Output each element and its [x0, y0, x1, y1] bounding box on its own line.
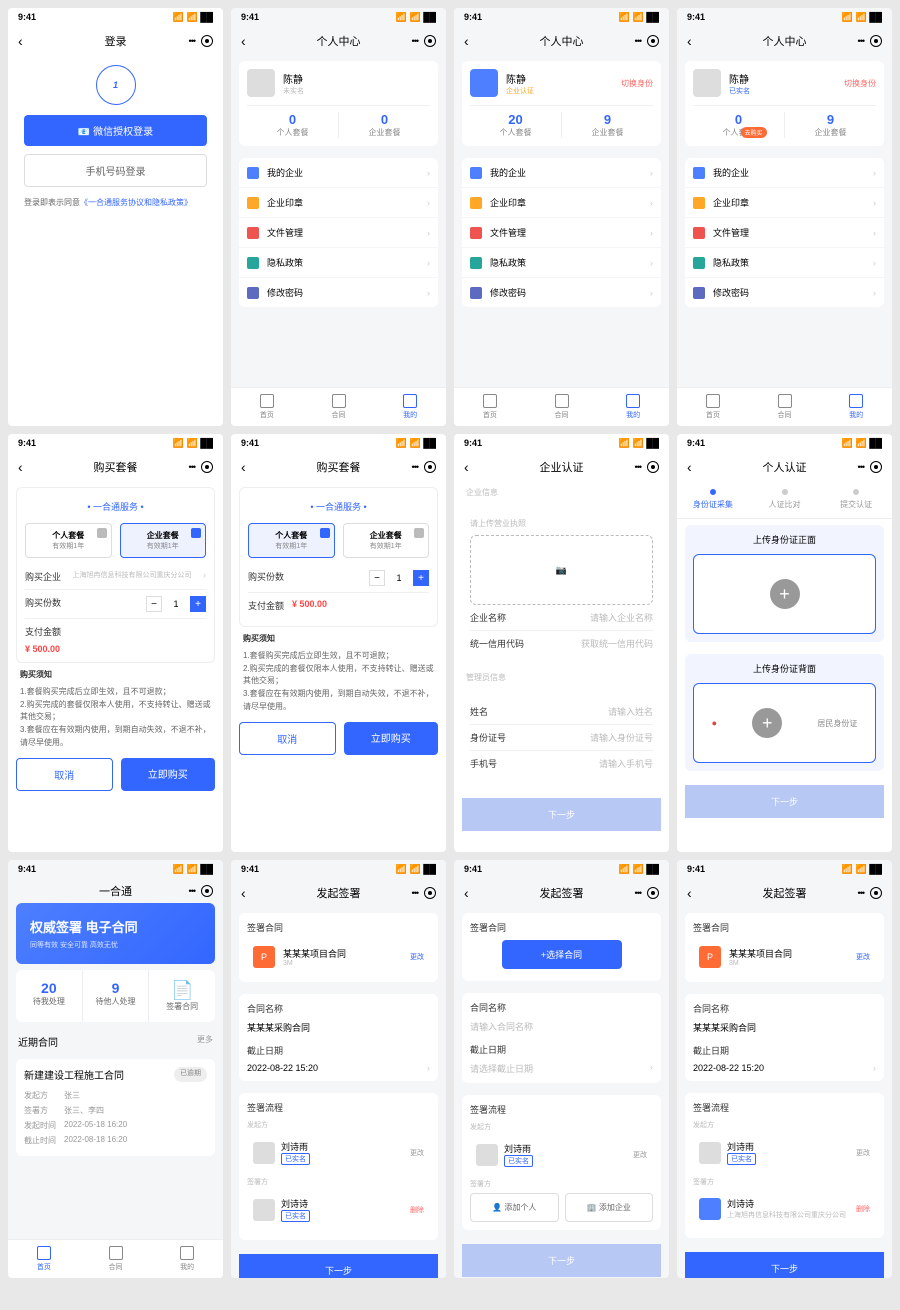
- next-button[interactable]: 下一步: [685, 1252, 884, 1278]
- buy-button[interactable]: 立即购买: [121, 758, 216, 791]
- doc-row: P某某某项目合同3M更改: [247, 940, 430, 974]
- sign-contract[interactable]: 📄签署合同: [149, 970, 215, 1022]
- switch-identity[interactable]: 切换身份: [844, 78, 876, 89]
- contract-card[interactable]: 新建建设工程施工合同已逾期 发起方张三 签署方张三、李四 发起时间2022-05…: [16, 1059, 215, 1156]
- app-logo: 1: [96, 65, 136, 105]
- more-link[interactable]: 更多: [197, 1034, 213, 1049]
- screen-profile-2: 9:41📶 📶 ██ ‹个人中心••• 陈静企业认证切换身份 20个人套餐9企业…: [454, 8, 669, 426]
- contract-name-input[interactable]: 某某某采购合同: [247, 1021, 430, 1034]
- screen-profile-1: 9:41📶 📶 ██ ‹个人中心••• 陈静未实名 0个人套餐0企业套餐 我的企…: [231, 8, 446, 426]
- phone-login-button[interactable]: 手机号码登录: [24, 154, 207, 187]
- menu-privacy[interactable]: 隐私政策›: [239, 248, 438, 278]
- back-icon[interactable]: ‹: [18, 33, 23, 49]
- menu-stamp[interactable]: 企业印章›: [239, 188, 438, 218]
- screen-personal-auth: 9:41📶 📶 ██ ‹个人认证••• 身份证采集人证比对提交认证 上传身份证正…: [677, 434, 892, 852]
- add-company-button[interactable]: 🏢 添加企业: [565, 1193, 654, 1222]
- contract-name-input[interactable]: 请输入合同名称: [470, 1020, 653, 1033]
- delete-signer[interactable]: 删除: [410, 1205, 424, 1215]
- pending-mine[interactable]: 20待我处理: [16, 970, 83, 1022]
- screen-buy-2: 9:41📶 📶 ██ ‹购买套餐••• • 一合通服务 • 个人套餐有效期1年 …: [231, 434, 446, 852]
- pkg-personal[interactable]: 个人套餐有效期1年: [248, 523, 335, 558]
- deadline-select[interactable]: 2022-08-22 15:20›: [247, 1063, 430, 1073]
- wechat-login-button[interactable]: 📧 微信授权登录: [24, 115, 207, 146]
- menu-password[interactable]: 修改密码›: [239, 278, 438, 307]
- avatar: [693, 69, 721, 97]
- terms-link[interactable]: 《一合通服务协议和隐私政策》: [80, 198, 192, 207]
- pending-others[interactable]: 9待他人处理: [83, 970, 150, 1022]
- screen-home: 9:41📶 📶 ██ 一合通••• 权威签署 电子合同同等有效 安全可靠 高效无…: [8, 860, 223, 1278]
- plus-button[interactable]: +: [190, 596, 206, 612]
- upload-id-back[interactable]: ●+居民身份证: [693, 683, 876, 763]
- target-icon[interactable]: [201, 35, 213, 47]
- status-bar: 9:41📶 📶 ██: [8, 8, 223, 27]
- screen-buy-1: 9:41📶 📶 ██ ‹购买套餐••• • 一合通服务 • 个人套餐有效期1年 …: [8, 434, 223, 852]
- next-button[interactable]: 下一步: [239, 1254, 438, 1278]
- pkg-personal[interactable]: 个人套餐有效期1年: [25, 523, 112, 558]
- add-person-button[interactable]: 👤 添加个人: [470, 1193, 559, 1222]
- menu-files[interactable]: 文件管理›: [239, 218, 438, 248]
- avatar: [470, 69, 498, 97]
- tab-contract[interactable]: 合同: [303, 388, 375, 426]
- credit-code-input[interactable]: 获取统一信用代码: [581, 637, 653, 650]
- switch-identity[interactable]: 切换身份: [621, 78, 653, 89]
- tab-home[interactable]: 首页: [231, 388, 303, 426]
- company-name-input[interactable]: 请输入企业名称: [590, 611, 653, 624]
- buy-button[interactable]: 立即购买: [344, 722, 439, 755]
- next-button[interactable]: 下一步: [462, 798, 661, 831]
- signer-row: 刘诗诗已实名删除: [247, 1191, 430, 1228]
- nav-bar: ‹ 登录 •••: [8, 27, 223, 55]
- tab-mine[interactable]: 我的: [374, 388, 446, 426]
- cancel-button[interactable]: 取消: [16, 758, 113, 791]
- minus-button[interactable]: −: [146, 596, 162, 612]
- screen-sign-2: 9:41📶 📶 ██ ‹发起签署••• 签署合同 +选择合同 合同名称 请输入合…: [454, 860, 669, 1278]
- upload-license[interactable]: 📷: [470, 535, 653, 605]
- next-button[interactable]: 下一步: [462, 1244, 661, 1277]
- select-contract-button[interactable]: +选择合同: [502, 940, 622, 969]
- screen-sign-1: 9:41📶 📶 ██ ‹发起签署••• 签署合同 P某某某项目合同3M更改 合同…: [231, 860, 446, 1278]
- avatar: [247, 69, 275, 97]
- back-icon[interactable]: ‹: [241, 33, 246, 49]
- screen-company-auth: 9:41📶 📶 ██ ‹企业认证••• 企业信息 请上传营业执照 📷 企业名称请…: [454, 434, 669, 852]
- screen-login: 9:41📶 📶 ██ ‹ 登录 ••• 1 📧 微信授权登录 手机号码登录 登录…: [8, 8, 223, 426]
- deadline-select[interactable]: 请选择截止日期›: [470, 1062, 653, 1075]
- screen-sign-3: 9:41📶 📶 ██ ‹发起签署••• 签署合同 P某某某项目合同3M更改 合同…: [677, 860, 892, 1278]
- pdf-icon: P: [253, 946, 275, 968]
- edit-doc[interactable]: 更改: [410, 952, 424, 962]
- pkg-company[interactable]: 企业套餐有效期1年: [120, 523, 207, 558]
- pkg-company[interactable]: 企业套餐有效期1年: [343, 523, 430, 558]
- menu-company[interactable]: 我的企业›: [239, 158, 438, 188]
- upload-id-front[interactable]: +: [693, 554, 876, 634]
- more-icon[interactable]: •••: [189, 36, 195, 46]
- user-card: 陈静未实名 0个人套餐0企业套餐: [239, 61, 438, 146]
- next-button[interactable]: 下一步: [685, 785, 884, 818]
- sender-row: 刘诗雨已实名更改: [247, 1134, 430, 1171]
- cancel-button[interactable]: 取消: [239, 722, 336, 755]
- company-select[interactable]: 购买企业上海旭冉信息科技有限公司重庆分公司›: [25, 564, 206, 590]
- hero-banner: 权威签署 电子合同同等有效 安全可靠 高效无忧: [16, 903, 215, 964]
- step-1: 身份证采集: [677, 481, 749, 518]
- screen-profile-3: 9:41📶 📶 ██ ‹个人中心••• 陈静已实名切换身份 0去购买个人套餐9企…: [677, 8, 892, 426]
